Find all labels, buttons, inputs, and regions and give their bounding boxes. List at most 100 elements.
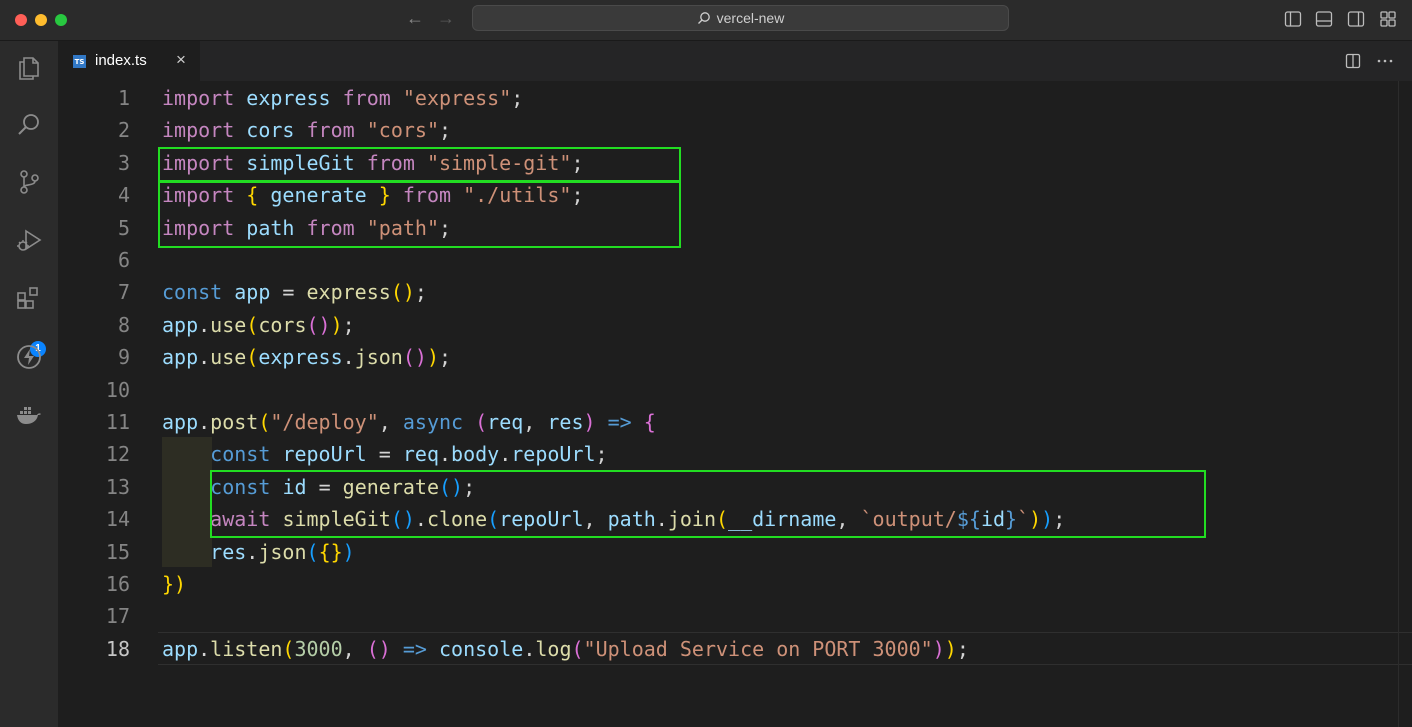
code-token: const bbox=[210, 442, 271, 467]
line-number: 16 bbox=[105, 572, 130, 596]
line-number: 7 bbox=[117, 280, 130, 305]
title-bar: ← → vercel-new bbox=[0, 0, 1412, 41]
line-number: 3 bbox=[117, 150, 130, 175]
activity-bar: 1 bbox=[0, 41, 58, 727]
search-icon[interactable] bbox=[15, 111, 43, 139]
tab-label: index.ts bbox=[95, 52, 147, 69]
code-line[interactable]: app.post("/deploy", async (req, res) => … bbox=[162, 406, 656, 438]
code-line[interactable]: import express from "express"; bbox=[162, 82, 523, 114]
code-token: = bbox=[366, 442, 403, 467]
highlight-box-simplegit-import bbox=[158, 147, 681, 182]
code-token: ; bbox=[438, 118, 452, 143]
customize-layout-icon[interactable] bbox=[1379, 10, 1397, 28]
code-token: json bbox=[258, 539, 307, 564]
code-token: log bbox=[535, 636, 572, 661]
files-icon[interactable] bbox=[15, 54, 43, 82]
typescript-file-icon: TS bbox=[73, 55, 86, 68]
line-number: 8 bbox=[117, 312, 130, 337]
code-token: listen bbox=[210, 636, 283, 661]
code-token: ; bbox=[956, 636, 969, 661]
code-token: express bbox=[258, 345, 343, 370]
line-number: 11 bbox=[105, 410, 130, 434]
editor-tab-bar: TS index.ts × bbox=[58, 41, 1412, 81]
code-line[interactable]: app.listen(3000, () => console.log("Uplo… bbox=[162, 633, 969, 665]
command-center-search[interactable]: vercel-new bbox=[472, 5, 1009, 31]
code-token: from bbox=[342, 86, 391, 110]
code-line[interactable]: res.json({}) bbox=[162, 536, 355, 568]
search-icon bbox=[697, 12, 710, 24]
code-token: cors bbox=[246, 118, 295, 143]
code-token: ) bbox=[583, 410, 596, 434]
code-token: import bbox=[162, 118, 235, 143]
code-token: ) bbox=[426, 345, 439, 370]
split-editor-icon[interactable] bbox=[1345, 53, 1361, 69]
code-line[interactable]: app.use(cors()); bbox=[162, 309, 355, 341]
source-control-icon[interactable] bbox=[15, 168, 43, 196]
code-token: ) bbox=[932, 636, 945, 661]
toggle-secondary-sidebar-icon[interactable] bbox=[1347, 10, 1365, 28]
highlight-box-clone-lines bbox=[210, 470, 1206, 538]
code-token: app bbox=[234, 280, 271, 305]
lightning-icon[interactable] bbox=[15, 343, 43, 371]
code-token: repoUrl bbox=[282, 442, 367, 467]
code-token: . bbox=[198, 636, 211, 661]
code-token: ; bbox=[342, 312, 355, 337]
code-token: express bbox=[246, 86, 331, 110]
code-token: cors bbox=[258, 312, 307, 337]
code-token: post bbox=[210, 410, 259, 434]
toggle-panel-icon[interactable] bbox=[1315, 10, 1333, 28]
code-token: () bbox=[390, 280, 415, 305]
code-line[interactable]: const repoUrl = req.body.repoUrl; bbox=[162, 438, 607, 470]
code-line[interactable]: import cors from "cors"; bbox=[162, 114, 451, 146]
line-number: 9 bbox=[117, 345, 130, 370]
code-token: , bbox=[378, 410, 403, 434]
back-arrow-icon[interactable]: ← bbox=[406, 8, 424, 29]
line-number: 12 bbox=[105, 442, 130, 467]
code-token: use bbox=[210, 312, 247, 337]
close-icon[interactable]: × bbox=[176, 50, 186, 70]
maximize-window-button[interactable] bbox=[55, 14, 67, 26]
code-token: use bbox=[210, 345, 247, 370]
docker-icon[interactable] bbox=[15, 401, 43, 429]
tab-index-ts[interactable]: TS index.ts × bbox=[58, 41, 200, 81]
line-number: 13 bbox=[105, 474, 130, 499]
minimize-window-button[interactable] bbox=[35, 14, 47, 26]
forward-arrow-icon[interactable]: → bbox=[437, 8, 455, 29]
close-window-button[interactable] bbox=[15, 14, 27, 26]
code-token: app bbox=[162, 345, 199, 370]
code-token: express bbox=[306, 280, 391, 305]
code-editor[interactable]: 1 2 3 4 5 6 7 8 9 10 11 12 13 14 15 16 17 18 import expre… bbox=[58, 81, 1412, 727]
code-line[interactable]: app.use(express.json()); bbox=[162, 341, 451, 373]
code-token: const bbox=[162, 280, 223, 305]
run-debug-icon[interactable] bbox=[15, 226, 43, 254]
code-line[interactable]: const app = express(); bbox=[162, 276, 427, 308]
code-token: body bbox=[451, 442, 500, 467]
code-token: . bbox=[198, 312, 211, 337]
code-token: {} bbox=[318, 539, 343, 564]
code-line[interactable]: }) bbox=[162, 568, 186, 600]
code-token: 3000 bbox=[294, 636, 343, 661]
code-token: res bbox=[210, 539, 247, 564]
vertical-scrollbar[interactable] bbox=[1398, 81, 1412, 727]
code-token: "Upload Service on PORT 3000" bbox=[583, 636, 933, 661]
line-number: 5 bbox=[117, 215, 130, 240]
code-token: ; bbox=[414, 280, 427, 305]
code-token: ( bbox=[258, 410, 271, 434]
code-token: app bbox=[162, 636, 199, 661]
more-actions-icon[interactable] bbox=[1376, 53, 1394, 69]
code-token: ( bbox=[246, 345, 259, 370]
toggle-primary-sidebar-icon[interactable] bbox=[1284, 10, 1302, 28]
line-number: 18 bbox=[105, 636, 130, 661]
code-token: ; bbox=[439, 345, 452, 370]
code-token: . bbox=[499, 442, 512, 467]
extensions-icon[interactable] bbox=[15, 284, 43, 312]
